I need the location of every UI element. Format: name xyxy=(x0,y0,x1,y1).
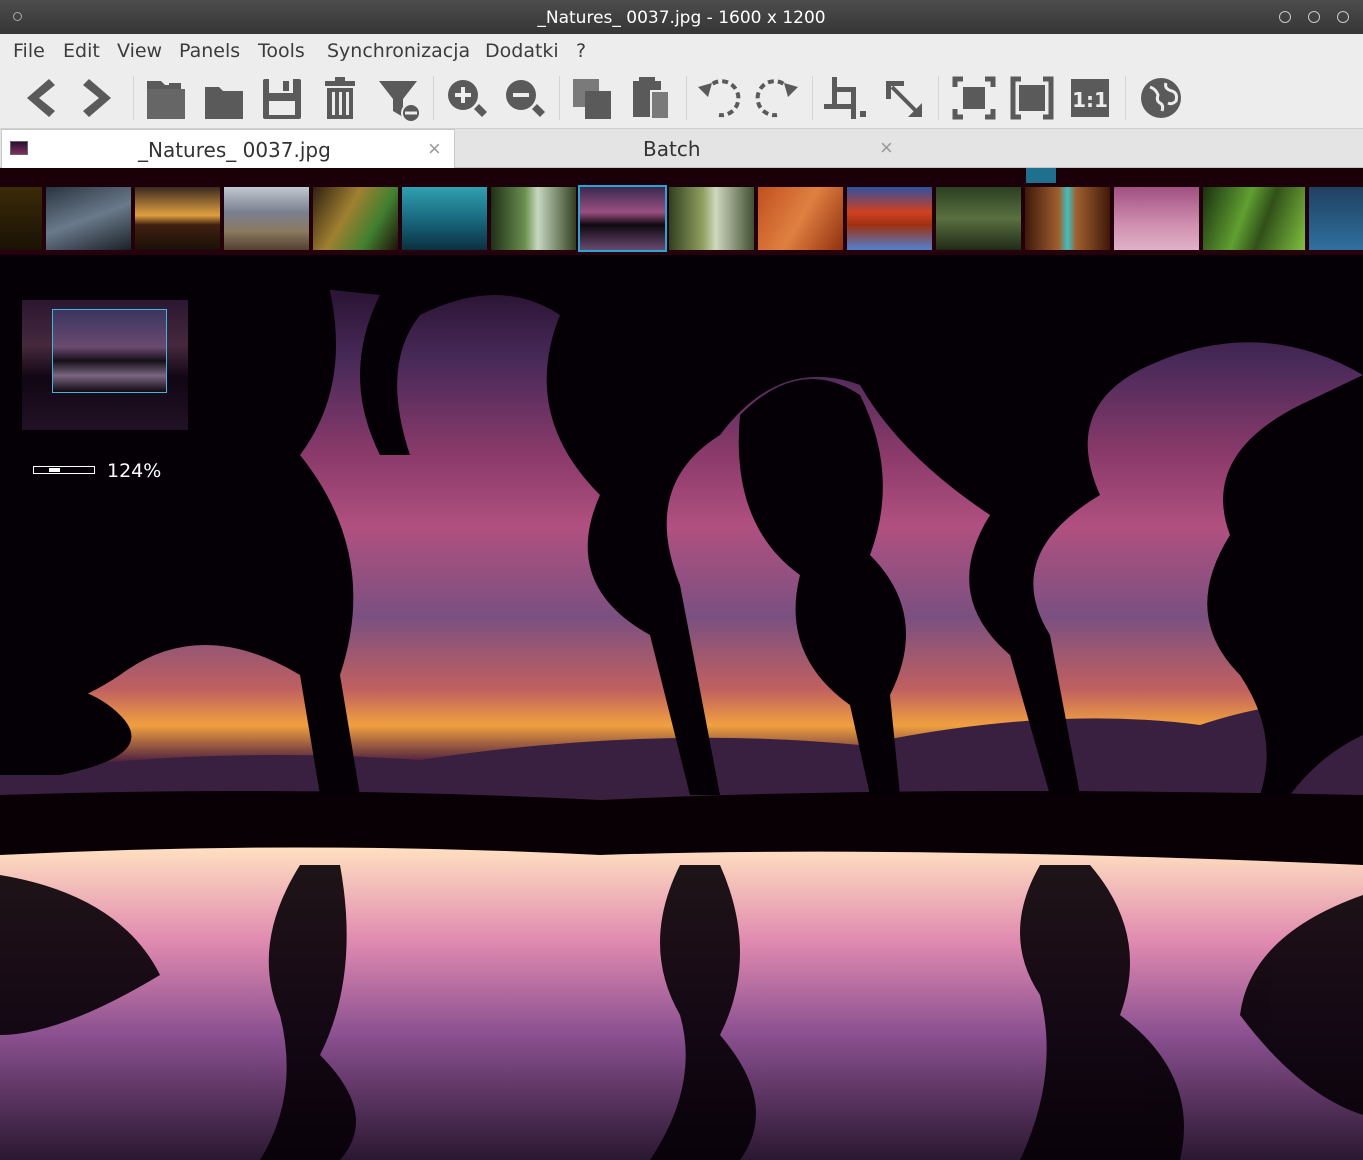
menu-file[interactable]: File xyxy=(13,40,45,62)
crop-button[interactable] xyxy=(819,72,871,124)
resize-icon xyxy=(886,81,922,117)
toolbar-separator xyxy=(559,76,560,120)
menu-tools[interactable]: Tools xyxy=(258,40,305,62)
menu-panels[interactable]: Panels xyxy=(179,40,240,62)
save-button[interactable] xyxy=(256,72,308,124)
navigator-panel[interactable] xyxy=(22,300,188,430)
tab-batch[interactable]: Batch × xyxy=(455,129,905,167)
copy-icon xyxy=(573,79,611,119)
toolbar-separator xyxy=(938,76,939,120)
zoom-in-button[interactable] xyxy=(440,72,492,124)
thumbnail[interactable] xyxy=(135,187,220,250)
open-file-icon xyxy=(147,81,185,119)
thumbnail[interactable] xyxy=(1203,187,1305,250)
maximize-button[interactable] xyxy=(1308,11,1320,23)
tab-image-label: _Natures_ 0037.jpg xyxy=(138,138,331,162)
image-viewer[interactable] xyxy=(0,255,1363,1160)
fit-window-button[interactable] xyxy=(948,72,1000,124)
fit-screen-button[interactable] xyxy=(1006,72,1058,124)
filter-remove-icon xyxy=(379,81,421,123)
paste-button[interactable] xyxy=(624,72,676,124)
thumbnail[interactable] xyxy=(758,187,843,250)
toolbar-separator xyxy=(1125,76,1126,120)
zoom-in-icon xyxy=(448,80,487,117)
actual-size-label: 1:1 xyxy=(1072,88,1108,112)
menu-help[interactable]: ? xyxy=(576,40,586,62)
fit-window-icon xyxy=(950,74,998,122)
main-image xyxy=(0,255,1363,1160)
previous-icon xyxy=(27,79,55,117)
toolbar-separator xyxy=(686,76,687,120)
web-icon xyxy=(1141,78,1181,118)
thumbnail[interactable] xyxy=(669,187,754,250)
close-tab-icon[interactable]: × xyxy=(428,136,441,162)
actual-size-icon: 1:1 xyxy=(1071,79,1109,117)
thumbnail[interactable] xyxy=(402,187,487,250)
thumbnail[interactable] xyxy=(224,187,309,250)
paste-icon xyxy=(633,77,670,120)
zoom-slider[interactable] xyxy=(33,466,95,474)
thumbnail[interactable] xyxy=(847,187,932,250)
thumbnail[interactable] xyxy=(1114,187,1199,250)
toolbar: 1:1 xyxy=(0,68,1363,129)
menu-edit[interactable]: Edit xyxy=(63,40,100,62)
thumbnail[interactable] xyxy=(1309,187,1363,250)
resize-button[interactable] xyxy=(877,72,929,124)
close-tab-icon[interactable]: × xyxy=(880,135,893,161)
next-button[interactable] xyxy=(72,72,124,124)
open-folder-icon xyxy=(205,87,243,119)
navigator-viewport-rect[interactable] xyxy=(52,309,167,393)
zoom-out-icon xyxy=(506,80,545,117)
window-title: _Natures_ 0037.jpg - 1600 x 1200 xyxy=(537,8,826,28)
open-file-button[interactable] xyxy=(140,72,192,124)
actual-size-button[interactable]: 1:1 xyxy=(1064,72,1116,124)
zoom-slider-fill xyxy=(49,468,60,472)
thumbnail-strip[interactable] xyxy=(0,168,1363,255)
open-folder-button[interactable] xyxy=(198,72,250,124)
close-window-button[interactable] xyxy=(1337,11,1349,23)
thumbnail-selected[interactable] xyxy=(578,185,667,252)
zoom-out-button[interactable] xyxy=(498,72,550,124)
menu-dodatki[interactable]: Dodatki xyxy=(485,40,559,62)
rotate-right-button[interactable] xyxy=(751,72,803,124)
delete-button[interactable] xyxy=(314,72,366,124)
rotate-left-icon xyxy=(698,79,741,118)
filter-remove-button[interactable] xyxy=(372,72,424,124)
tab-image[interactable]: _Natures_ 0037.jpg × xyxy=(1,129,455,168)
menu-view[interactable]: View xyxy=(117,40,162,62)
toolbar-separator xyxy=(812,76,813,120)
previous-button[interactable] xyxy=(14,72,66,124)
title-bar: _Natures_ 0037.jpg - 1600 x 1200 xyxy=(0,0,1363,34)
toolbar-separator xyxy=(433,76,434,120)
thumbnail[interactable] xyxy=(491,187,576,250)
next-icon xyxy=(83,79,111,117)
image-thumbnail-icon xyxy=(10,141,28,155)
copy-button[interactable] xyxy=(566,72,618,124)
menu-bar: File Edit View Panels Tools Synchronizac… xyxy=(0,34,1363,68)
zoom-level-label: 124% xyxy=(107,460,162,482)
strip-scroll-marker[interactable] xyxy=(1026,168,1056,183)
fit-screen-icon xyxy=(1010,74,1054,122)
rotate-right-icon xyxy=(755,79,798,118)
rotate-left-button[interactable] xyxy=(693,72,745,124)
thumbnail[interactable] xyxy=(1025,187,1110,250)
thumbnail[interactable] xyxy=(313,187,398,250)
minimize-button[interactable] xyxy=(1279,11,1291,23)
toolbar-separator xyxy=(133,76,134,120)
crop-icon xyxy=(824,77,866,119)
thumbnail[interactable] xyxy=(46,187,131,250)
thumbnail[interactable] xyxy=(936,187,1021,250)
delete-icon xyxy=(325,77,355,119)
web-button[interactable] xyxy=(1135,72,1187,124)
menu-synchronizacja[interactable]: Synchronizacja xyxy=(327,40,470,62)
tab-bar: _Natures_ 0037.jpg × Batch × xyxy=(0,129,1363,168)
tab-batch-label: Batch xyxy=(643,137,701,161)
save-icon xyxy=(263,79,301,119)
thumbnail[interactable] xyxy=(0,187,42,250)
